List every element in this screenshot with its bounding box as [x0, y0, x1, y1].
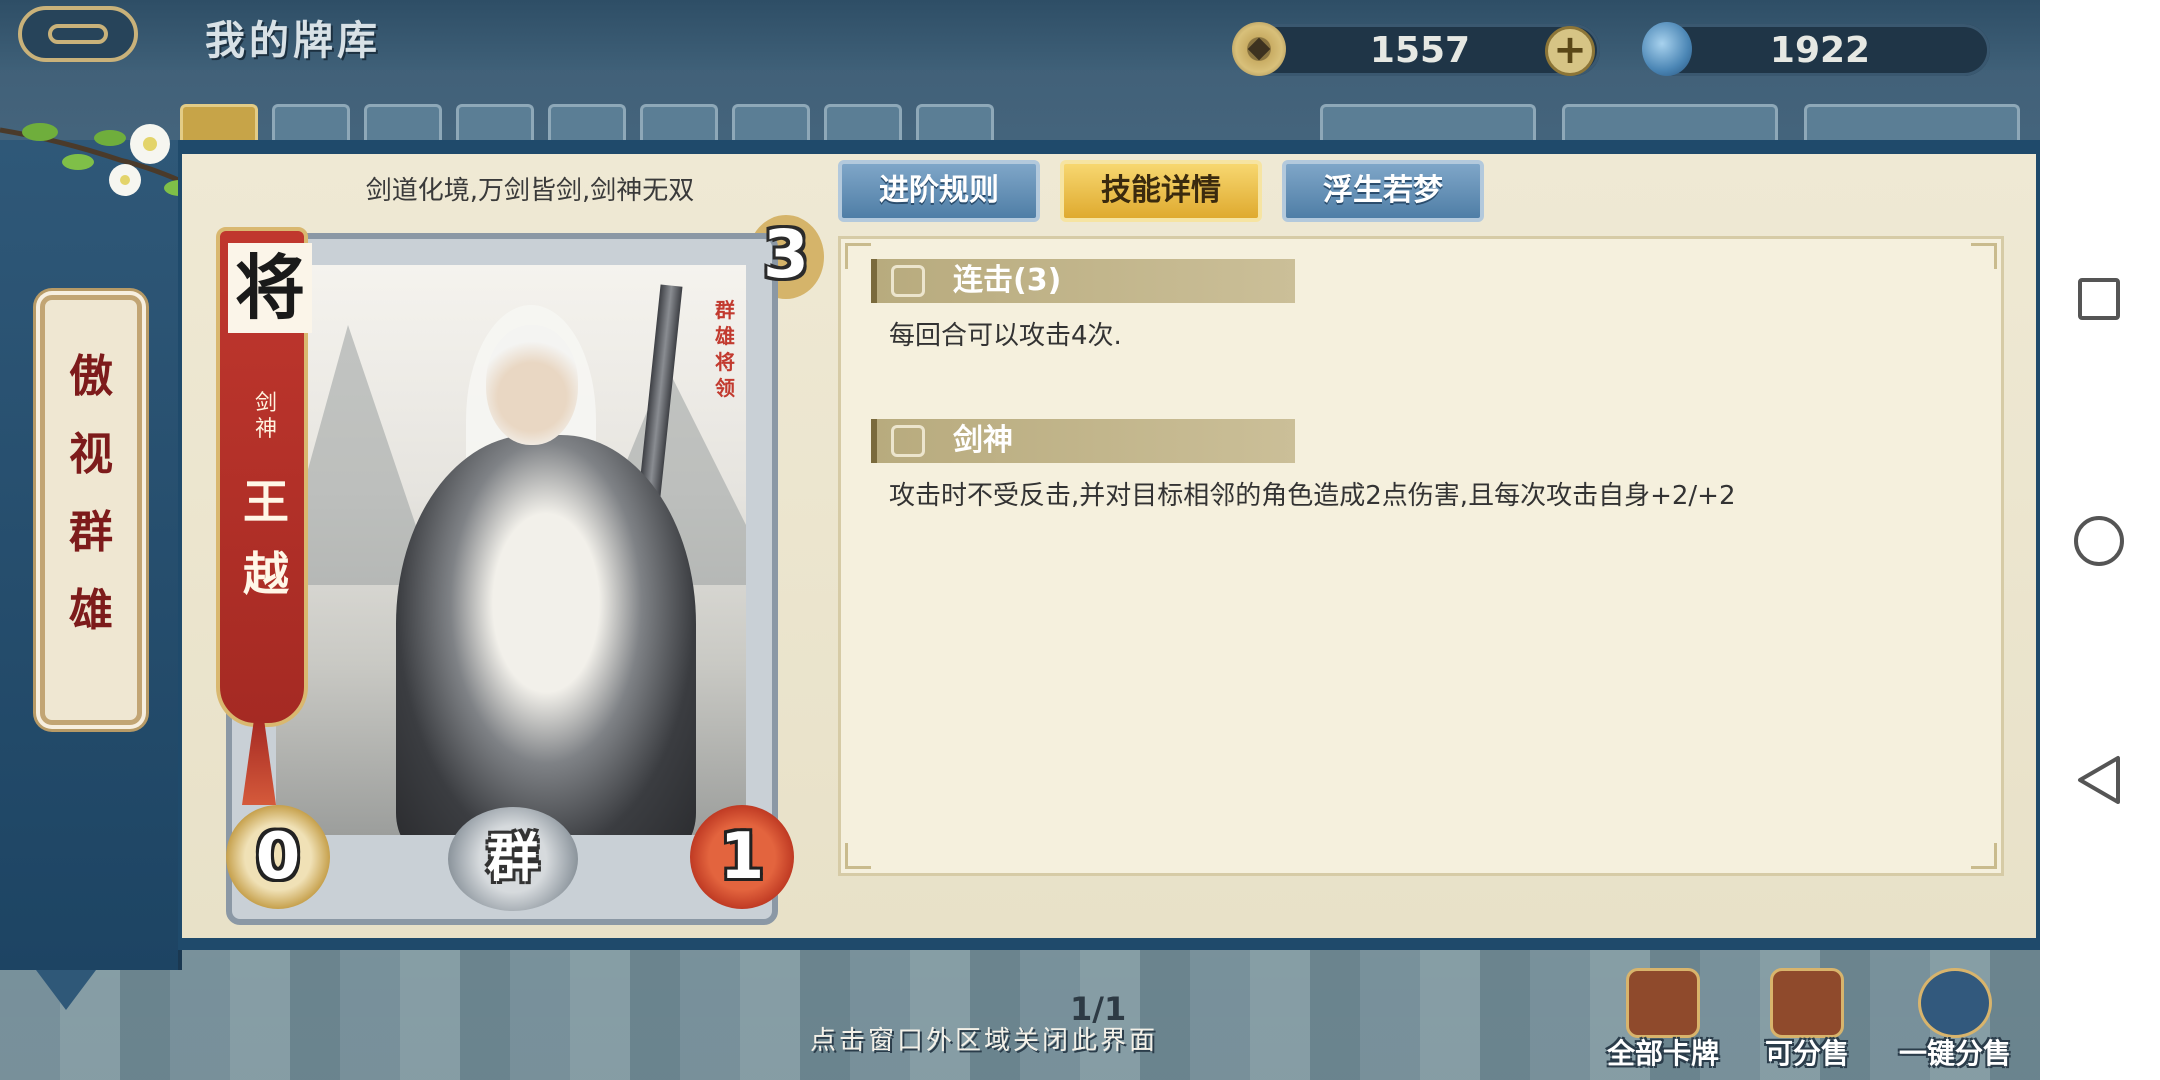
corner-ornament: [1971, 243, 1997, 269]
skill-name: 连击(3): [953, 263, 1062, 298]
close-hint: 点击窗口外区域关闭此界面: [810, 1026, 1159, 1056]
jade-display: 1922: [1650, 24, 1990, 76]
add-coins-button[interactable]: +: [1545, 26, 1595, 76]
back-icon: [48, 24, 108, 44]
button-label: 一键分售: [1898, 1037, 2011, 1070]
skill-description: 每回合可以攻击4次.: [889, 321, 1122, 351]
sidebar-title-char: 群: [69, 507, 113, 558]
filter-tab-4[interactable]: [548, 104, 626, 144]
cart-icon: [1770, 968, 1844, 1038]
button-label: 可分售: [1764, 1037, 1849, 1070]
skill-name: 剑神: [953, 423, 1013, 458]
card-type: 将: [228, 243, 312, 333]
system-nav-bar: [2040, 0, 2160, 1080]
hero-card: 群 雄 将 领 将 剑 神 王 越 3 0 群 1: [212, 215, 824, 930]
skill-icon: [891, 265, 925, 297]
person-card-icon: [1626, 968, 1700, 1038]
card-faction: 群: [448, 807, 578, 911]
skill-detail-box: 连击(3) 每回合可以攻击4次. 剑神 攻击时不受反击,并对目标相邻的角色造成2…: [838, 236, 2004, 876]
jade-icon: [1642, 22, 1692, 76]
coin-icon: [1232, 22, 1286, 76]
tab-fusheng-ruomeng[interactable]: 浮生若梦: [1282, 160, 1484, 222]
card-subtitle-char: 神: [254, 417, 277, 442]
corner-ornament: [845, 243, 871, 269]
filter-tab-5[interactable]: [640, 104, 718, 144]
faction-tag-char: 领: [715, 376, 735, 400]
card-name-char: 王: [243, 475, 289, 529]
quick-sell-button[interactable]: 一键分售: [1899, 968, 2011, 1070]
faction-tag: 群 雄 将 领: [708, 297, 742, 407]
game-screen: 我的牌库 1557 + 1922 傲 视 群 雄 剑道化境,万剑皆剑,剑神无双 …: [0, 0, 2040, 1080]
sidebar-title-char: 傲: [69, 351, 113, 402]
sidebar-title-char: 视: [69, 429, 113, 480]
quality-sort-dropdown[interactable]: [1804, 104, 2020, 144]
sidebar-title-badge: 傲 视 群 雄: [40, 295, 142, 725]
card-subtitle-char: 剑: [254, 391, 277, 416]
hero-head: [486, 325, 578, 445]
faction-sort-dropdown[interactable]: [1320, 104, 1536, 144]
corner-ornament: [1971, 843, 1997, 869]
skill-header: 剑神: [871, 419, 1295, 463]
upload-arrow-icon: [1918, 968, 1992, 1038]
filter-tab-8[interactable]: [916, 104, 994, 144]
corner-ornament: [845, 843, 871, 869]
filter-tab-7[interactable]: [824, 104, 902, 144]
sidebar-title-char: 雄: [69, 585, 113, 636]
filter-tab-1[interactable]: [272, 104, 350, 144]
hero-robe: [396, 435, 696, 835]
filter-tab-2[interactable]: [364, 104, 442, 144]
tab-advance-rules[interactable]: 进阶规则: [838, 160, 1040, 222]
faction-tag-char: 雄: [715, 324, 735, 348]
home-icon[interactable]: [2074, 516, 2124, 566]
card-name-char: 越: [243, 547, 289, 601]
sellable-button[interactable]: 可分售: [1752, 968, 1862, 1070]
page-title: 我的牌库: [205, 18, 381, 64]
button-label: 全部卡牌: [1606, 1037, 1719, 1070]
skill-header: 连击(3): [871, 259, 1295, 303]
faction-tag-char: 群: [715, 298, 735, 322]
back-button[interactable]: [18, 6, 138, 62]
jade-value: 1922: [1769, 30, 1871, 71]
back-triangle-icon[interactable]: [2076, 754, 2122, 806]
card-portrait: [276, 265, 746, 835]
skill-description: 攻击时不受反击,并对目标相邻的角色造成2点伤害,且每次攻击自身+2/+2: [889, 481, 1736, 511]
card-health: 1: [690, 805, 794, 909]
filter-tab-3[interactable]: [456, 104, 534, 144]
filter-tab-6[interactable]: [732, 104, 810, 144]
card-type-banner: 将 剑 神 王 越: [216, 227, 312, 727]
sidebar: 傲 视 群 雄: [0, 140, 182, 970]
skill-icon: [891, 425, 925, 457]
card-motto: 剑道化境,万剑皆剑,剑神无双: [365, 176, 695, 206]
recents-icon[interactable]: [2078, 278, 2120, 320]
card-cost: 3: [763, 216, 809, 293]
tab-skill-details[interactable]: 技能详情: [1060, 160, 1262, 222]
faction-tag-char: 将: [715, 350, 735, 374]
card-attack: 0: [226, 805, 330, 909]
type-sort-dropdown[interactable]: [1562, 104, 1778, 144]
all-cards-button[interactable]: 全部卡牌: [1607, 968, 1719, 1070]
